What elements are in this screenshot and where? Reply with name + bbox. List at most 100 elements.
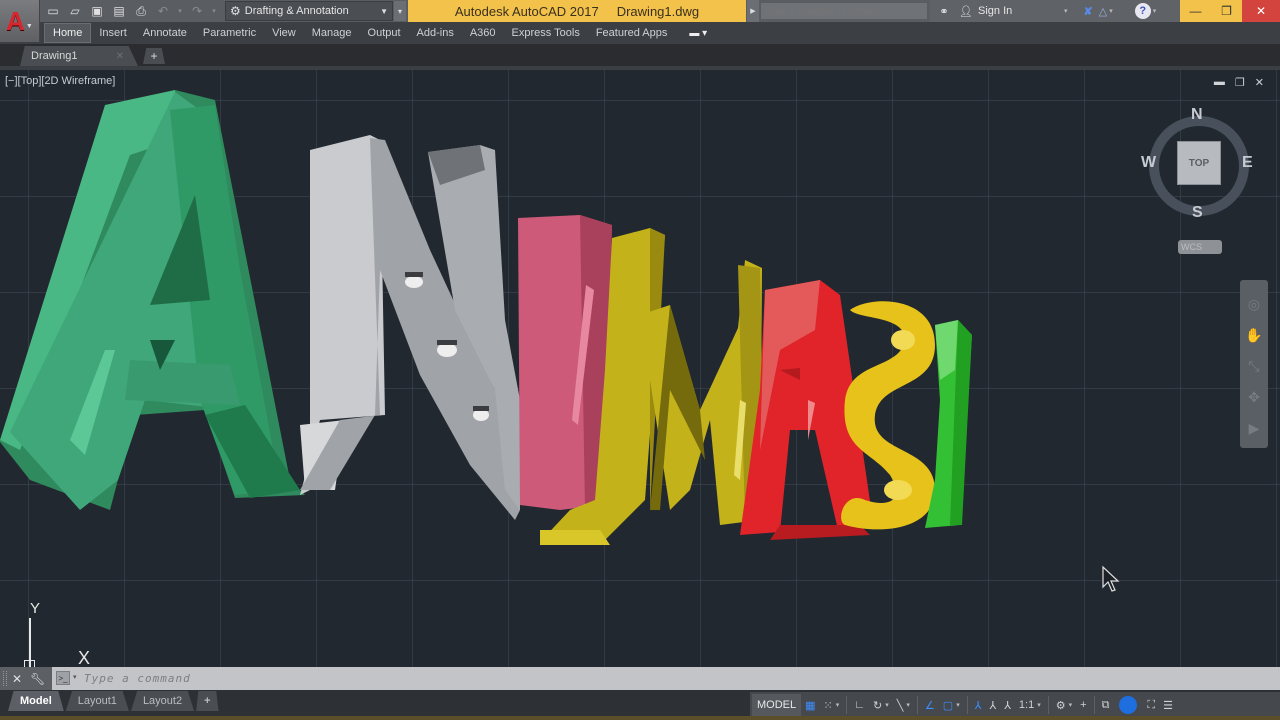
annotation-scale-icon[interactable]: ⅄ [1000,694,1015,716]
add-layout-button[interactable]: + [196,691,219,711]
application-menu-button[interactable]: A ▼ [0,0,40,42]
redo-dropdown-icon[interactable]: ▾ [210,2,218,20]
viewport-restore-button[interactable]: ❐ [1235,76,1245,89]
exchange-apps-icon[interactable]: ✘ [1084,5,1093,18]
compass-west[interactable]: W [1141,154,1156,172]
viewport-minimize-button[interactable]: ▬ [1214,76,1225,89]
ribbon-display-toggle[interactable]: ▬ ▾ [689,28,707,39]
new-tab-button[interactable]: + [143,48,165,64]
restore-button[interactable]: ❐ [1211,0,1242,22]
object-snap-icon[interactable]: ▢ ▾ [939,694,964,716]
clean-screen-icon[interactable]: ⛶ [1143,694,1159,716]
viewcube[interactable]: TOP N S E W [1140,106,1260,221]
grid-display-icon[interactable]: ▦ [801,694,819,716]
open-icon[interactable]: ▱ [66,2,84,20]
polar-tracking-icon[interactable]: ↻ ▾ [869,694,893,716]
expand-search-button[interactable]: ▶ [747,0,759,22]
drawing-viewport[interactable]: [−][Top][2D Wireframe] ▬ ❐ ✕ TOP N S E W… [0,70,1280,667]
workspace-switching-icon[interactable]: ⚙ ▾ [1052,694,1076,716]
chevron-down-icon[interactable]: ▾ [1109,7,1113,15]
orbit-icon[interactable]: ✥ [1248,389,1260,406]
tab-manage[interactable]: Manage [304,23,360,43]
binoculars-icon[interactable]: ⚭ [936,5,952,18]
autodesk-360-icon[interactable]: △ [1099,5,1107,18]
autocad-window: ▭ ▱ ▣ ▤ ⎙ ↶ ▾ ↷ ▾ ⚙ Drafting & Annotatio… [0,0,1280,720]
minimize-button[interactable]: — [1180,0,1211,22]
tab-insert[interactable]: Insert [91,23,135,43]
workspace-selector[interactable]: ⚙ Drafting & Annotation ▼ [225,1,393,21]
annotation-monitor-icon[interactable]: + [1076,694,1090,716]
annotation-scale-selector[interactable]: 1:1 ▾ [1015,694,1045,716]
undo-icon[interactable]: ↶ [154,2,172,20]
model-space-toggle[interactable]: MODEL [752,694,802,716]
zoom-extents-icon[interactable]: ⤡ [1248,358,1259,375]
undo-dropdown-icon[interactable]: ▾ [176,2,184,20]
plot-icon[interactable]: ⎙ [132,2,150,20]
help-icon[interactable]: ? [1134,3,1151,19]
customization-menu-icon[interactable]: ☰ [1159,694,1177,716]
ribbon-tabs: Home Insert Annotate Parametric View Man… [44,23,707,43]
tab-express-tools[interactable]: Express Tools [504,23,588,43]
status-toolbar: MODEL ▦ ⁙ ▾ ∟ ↻ ▾ ╲ ▾ ∠ ▢ ▾ ⅄ ⅄ ⅄ 1:1 ▾ ⚙ ▾ + … [750,692,1280,718]
save-icon[interactable]: ▣ [88,2,106,20]
isometric-drafting-icon[interactable]: ╲ ▾ [893,694,914,716]
customize-wrench-icon[interactable]: 🔧︎ [30,672,45,686]
tab-a360[interactable]: A360 [462,23,504,43]
taskbar-edge [0,716,1280,720]
hardware-acceleration-icon[interactable] [1119,696,1138,714]
chevron-down-icon: ▼ [380,6,388,16]
close-button[interactable]: ✕ [1242,0,1280,22]
search-input[interactable] [760,2,928,20]
compass-south[interactable]: S [1192,204,1203,222]
save-as-icon[interactable]: ▤ [110,2,128,20]
command-line-controls: ✕ 🔧︎ [0,667,52,690]
recent-commands-icon[interactable]: >_ [56,671,70,685]
ortho-mode-icon[interactable]: ∟ [850,694,869,716]
tab-parametric[interactable]: Parametric [195,23,264,43]
command-input[interactable] [84,669,1264,688]
file-title: Drawing1.dwg [616,3,700,19]
viewport-controls-label[interactable]: [−][Top][2D Wireframe] [5,75,115,87]
chevron-down-icon[interactable]: ▾ [1153,7,1157,15]
new-icon[interactable]: ▭ [44,2,62,20]
snap-mode-icon[interactable]: ⁙ ▾ [820,694,844,716]
chevron-down-icon[interactable]: ▾ [1064,7,1068,15]
ucs-menu[interactable]: WCS [1178,240,1222,254]
tab-add-ins[interactable]: Add-ins [409,23,462,43]
letter-n-grey [300,135,520,520]
annotation-visibility-icon[interactable]: ⅄ [971,694,986,716]
divider [966,696,968,714]
viewport-close-button[interactable]: ✕ [1255,76,1264,89]
file-tab-label: Drawing1 [31,50,78,62]
steering-wheel-icon[interactable]: ◎ [1248,296,1260,313]
customize-qat-button[interactable]: ▾ [394,1,406,21]
pan-icon[interactable]: ✋ [1245,327,1262,344]
tab-featured-apps[interactable]: Featured Apps [588,23,676,43]
object-snap-tracking-icon[interactable]: ∠ [921,694,939,716]
letter-a-green [0,90,305,510]
viewport-window-controls: ▬ ❐ ✕ [1214,76,1264,89]
tab-annotate[interactable]: Annotate [135,23,195,43]
compass-east[interactable]: E [1242,154,1253,172]
drag-handle[interactable] [3,671,7,686]
close-tab-icon[interactable]: ✕ [116,51,124,62]
command-line: ✕ 🔧︎ >_ ▾ [0,667,1280,690]
layout-tab-layout1[interactable]: Layout1 [65,691,129,711]
close-command-line-icon[interactable]: ✕ [12,672,22,686]
chevron-down-icon[interactable]: ▾ [73,673,77,681]
divider [1093,696,1095,714]
layout-tab-model[interactable]: Model [8,691,64,711]
isolate-objects-icon[interactable]: ⧉ [1098,694,1114,716]
layout-tab-layout2[interactable]: Layout2 [130,691,195,711]
workspace-label: Drafting & Annotation [244,5,349,17]
tab-output[interactable]: Output [360,23,409,43]
sign-in-button[interactable]: Sign In [978,5,1062,17]
showmotion-icon[interactable]: ▶ [1249,420,1260,437]
compass-north[interactable]: N [1191,106,1203,124]
tab-home[interactable]: Home [44,23,92,43]
auto-scale-icon[interactable]: ⅄ [985,694,1000,716]
viewcube-face-top[interactable]: TOP [1177,141,1221,185]
file-tab-drawing1[interactable]: Drawing1 ✕ [20,46,138,66]
redo-icon[interactable]: ↷ [188,2,206,20]
tab-view[interactable]: View [264,23,304,43]
